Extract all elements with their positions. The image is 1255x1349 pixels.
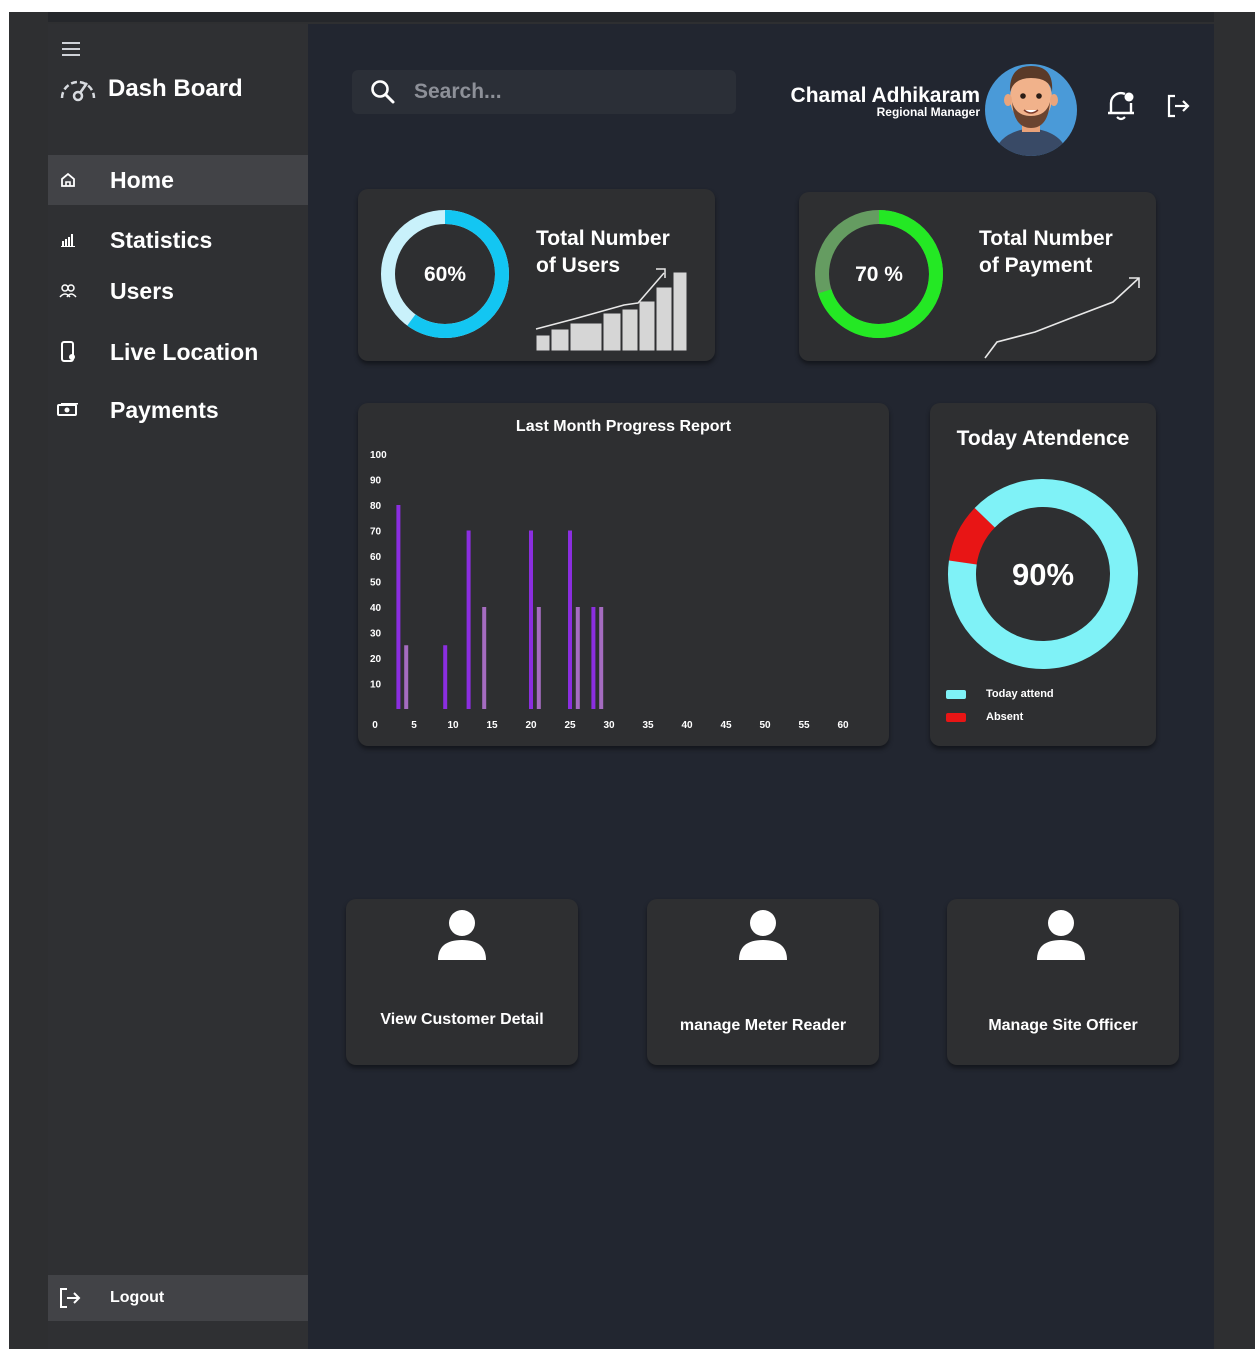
chart-bar [591, 607, 596, 709]
x-tick-label: 15 [486, 720, 498, 731]
chart-bar [404, 645, 409, 709]
chart-bar [443, 645, 448, 709]
users-title-line1: Total Number [536, 227, 670, 250]
x-tick-label: 50 [759, 720, 771, 731]
growth-bars-icon [535, 268, 688, 352]
manage-meter-reader-button[interactable]: manage Meter Reader [647, 899, 879, 1065]
x-tick-label: 30 [603, 720, 615, 731]
exit-icon[interactable] [1164, 92, 1192, 120]
manage-site-officer-button[interactable]: Manage Site Officer [947, 899, 1179, 1065]
x-tick-label: 35 [642, 720, 654, 731]
chart-bar [482, 607, 487, 709]
y-tick-label: 60 [370, 552, 382, 563]
chart-bar [396, 505, 401, 709]
y-tick-label: 40 [370, 603, 382, 614]
users-icon [48, 283, 110, 299]
x-tick-label: 55 [798, 720, 810, 731]
person-icon [438, 910, 486, 960]
bell-icon[interactable] [1105, 88, 1137, 122]
sidebar-item-label: Payments [110, 396, 219, 423]
attendance-percent-label: 90% [1012, 557, 1074, 592]
sidebar-item-home[interactable]: Home [48, 155, 308, 205]
x-tick-label: 0 [372, 720, 378, 731]
search-input[interactable] [414, 80, 714, 104]
sidebar-item-label: Statistics [110, 226, 213, 253]
payment-stat-title: Total Number of Payment [979, 225, 1113, 279]
legend-absent: Absent [946, 711, 1023, 723]
users-donut: 60% [381, 210, 509, 338]
y-tick-label: 80 [370, 501, 382, 512]
brand-title: Dash Board [108, 75, 243, 102]
hamburger-icon[interactable] [62, 42, 84, 60]
sidebar-item-label: Users [110, 277, 174, 304]
sidebar-item-live-location[interactable]: Live Location [48, 327, 308, 377]
legend-swatch [946, 712, 966, 722]
logout-icon [48, 1287, 110, 1309]
progress-chart-card: Last Month Progress Report 10 20 30 40 50 60 7… [358, 403, 889, 746]
legend-swatch [946, 689, 966, 699]
y-tick-label: 90 [370, 476, 382, 487]
y-tick-label: 100 [370, 450, 387, 461]
attendance-card: Today Atendence 90% Today attend Absent [930, 403, 1156, 746]
chart-bar [575, 607, 580, 709]
action-label: View Customer Detail [380, 1011, 544, 1028]
x-tick-label: 10 [447, 720, 459, 731]
x-tick-label: 25 [564, 720, 576, 731]
home-icon [48, 171, 110, 189]
speedometer-icon [60, 80, 96, 102]
location-phone-icon [48, 341, 110, 363]
x-tick-label: 45 [720, 720, 732, 731]
users-percent-label: 60% [424, 263, 466, 286]
brand: Dash Board [58, 74, 243, 104]
chart-bar [536, 607, 541, 709]
y-tick-label: 10 [370, 680, 382, 691]
payment-title-line1: Total Number [979, 227, 1113, 250]
search-icon [352, 78, 414, 106]
legend-label: Absent [986, 711, 1024, 723]
chart-bar [568, 530, 572, 709]
view-customer-detail-button[interactable]: View Customer Detail [346, 899, 578, 1065]
chart-bar [466, 530, 471, 709]
chart-bar [529, 530, 533, 709]
payment-donut: 70 % [815, 210, 943, 338]
sidebar-item-label: Home [110, 166, 174, 193]
bar-chart-icon [48, 232, 110, 248]
avatar[interactable] [984, 58, 1078, 156]
progress-bar-chart: 10 20 30 40 50 60 70 80 90 100 0 5 10 15 20 25 30 35 40 45 5… [370, 450, 849, 731]
users-stat-card[interactable]: 60% Total Number of Users [358, 189, 715, 361]
top-border [48, 12, 1214, 22]
y-tick-label: 20 [370, 654, 382, 665]
chart-bar [599, 607, 604, 709]
search-bar[interactable] [352, 70, 736, 114]
person-icon [1037, 910, 1085, 960]
sidebar-logout-button[interactable]: Logout [48, 1275, 308, 1321]
payments-icon [48, 402, 110, 418]
sidebar-item-users[interactable]: Users [48, 266, 308, 316]
action-label: Manage Site Officer [988, 1017, 1138, 1034]
legend-label: Today attend [986, 688, 1054, 700]
legend-attend: Today attend [946, 688, 1054, 700]
user-role: Regional Manager [876, 105, 980, 119]
y-tick-label: 50 [370, 578, 382, 589]
y-tick-label: 30 [370, 629, 382, 640]
payment-stat-card[interactable]: 70 % Total Number of Payment [799, 192, 1156, 361]
x-tick-label: 5 [411, 720, 417, 731]
logout-label: Logout [110, 1289, 165, 1306]
trend-line-icon [984, 277, 1140, 359]
attendance-donut: 90% [948, 479, 1138, 669]
right-border [1214, 12, 1255, 1349]
sidebar-item-label: Live Location [110, 338, 259, 365]
action-label: manage Meter Reader [679, 1017, 847, 1034]
y-tick-label: 70 [370, 527, 382, 538]
person-icon [739, 910, 787, 960]
x-tick-label: 40 [681, 720, 693, 731]
sidebar-item-payments[interactable]: Payments [48, 385, 308, 435]
payment-percent-label: 70 % [855, 263, 903, 286]
x-tick-label: 20 [525, 720, 537, 731]
x-tick-label: 60 [837, 720, 849, 731]
attendance-title: Today Atendence [956, 427, 1130, 450]
sidebar-item-statistics[interactable]: Statistics [48, 215, 308, 265]
